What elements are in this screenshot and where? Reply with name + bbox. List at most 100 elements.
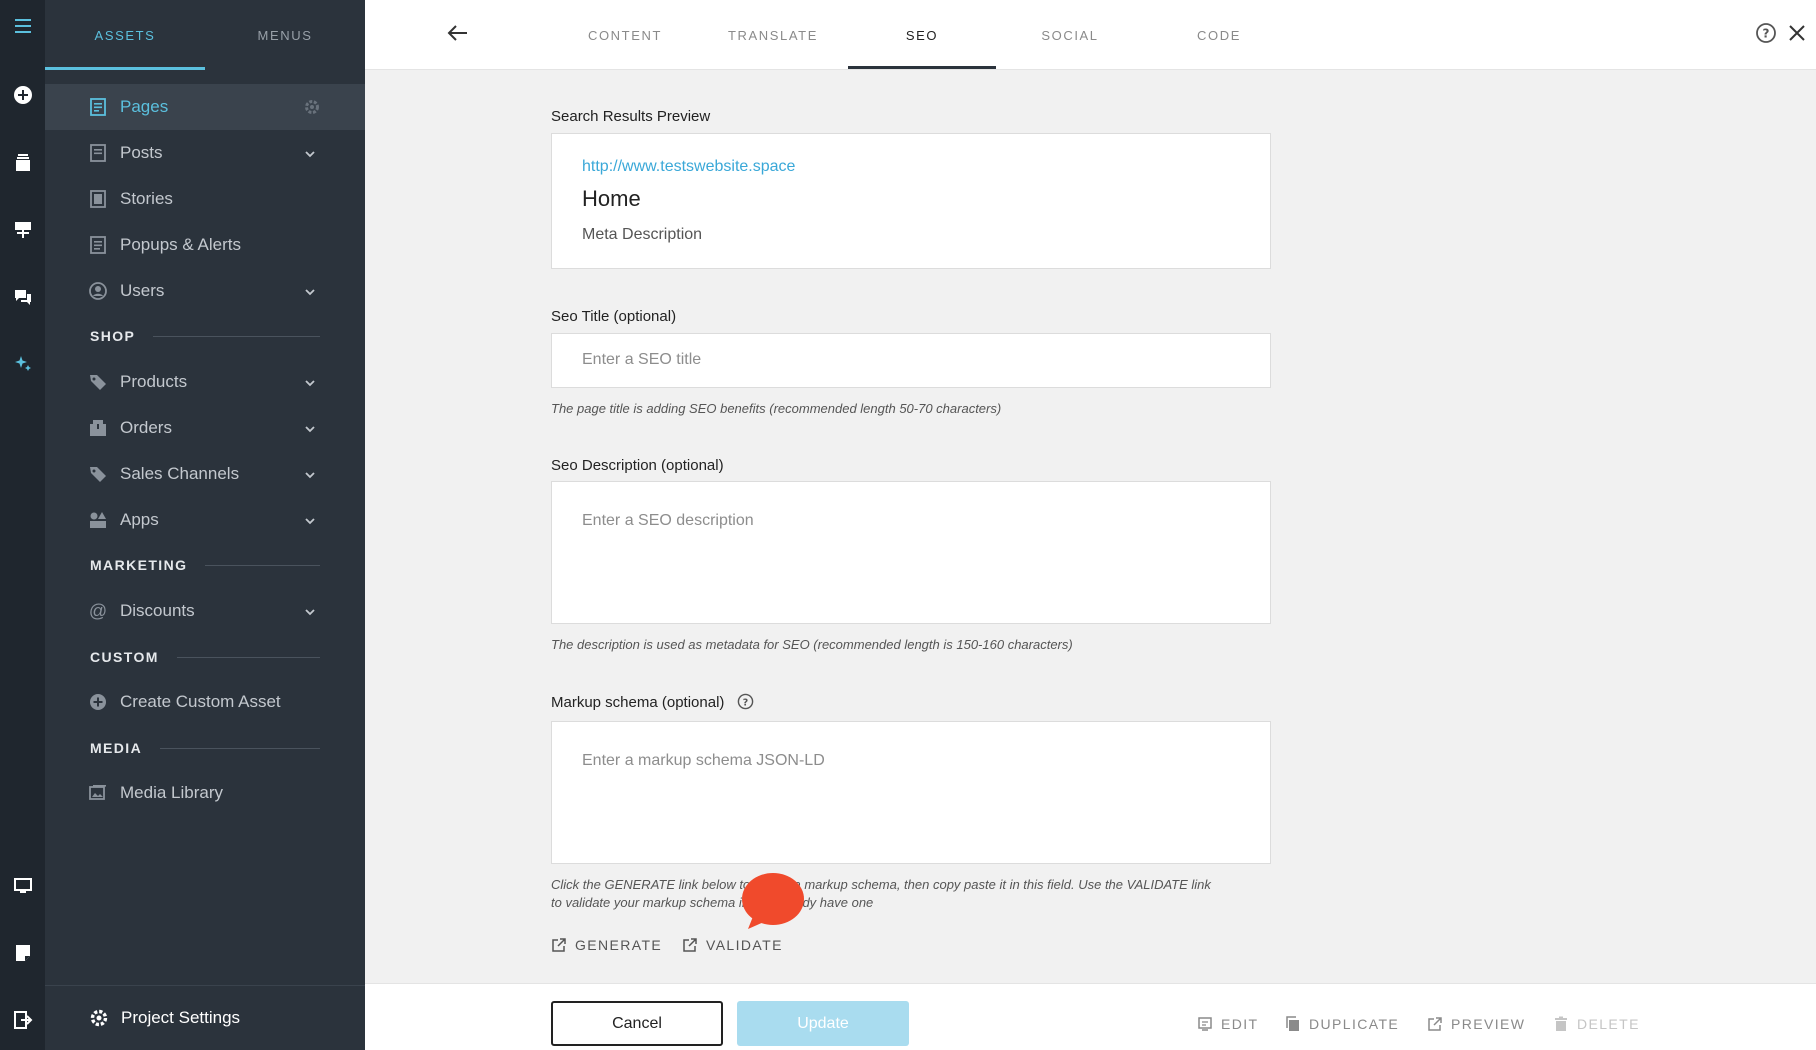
sidebar-item-products[interactable]: Products <box>45 359 365 405</box>
tag-icon <box>89 373 107 391</box>
tab-code[interactable]: CODE <box>1145 0 1293 70</box>
section-media: MEDIA <box>90 738 320 758</box>
sidebar-item-label: Discounts <box>120 601 195 620</box>
delete-action[interactable]: DELETE <box>1553 1014 1640 1034</box>
sidebar-item-apps[interactable]: Apps <box>45 497 365 543</box>
sidebar-item-label: Orders <box>120 418 172 437</box>
section-label: MARKETING <box>90 557 188 573</box>
tab-underline <box>848 66 996 69</box>
gear-icon <box>89 1008 109 1028</box>
section-label: MEDIA <box>90 740 143 756</box>
tab-underline <box>45 67 205 70</box>
preview-action[interactable]: PREVIEW <box>1427 1014 1525 1034</box>
post-document-icon <box>89 144 107 162</box>
search-results-preview: http://www.testswebsite.space Home Meta … <box>551 133 1271 269</box>
sidebar-item-label: Users <box>120 281 165 300</box>
sidebar-item-stories[interactable]: Stories <box>45 176 365 222</box>
tags-icon <box>89 465 107 483</box>
validate-label: VALIDATE <box>706 937 783 953</box>
chevron-down-icon[interactable] <box>303 146 317 160</box>
seo-title-label: Seo Title (optional) <box>551 308 677 325</box>
add-circle-icon <box>89 693 107 711</box>
arrow-left-icon[interactable] <box>445 20 471 46</box>
icon-rail <box>0 0 45 1050</box>
at-sign-icon: @ <box>88 600 108 621</box>
sidebar-item-media-library[interactable]: Media Library <box>45 770 365 816</box>
markup-schema-textarea[interactable]: Enter a markup schema JSON-LD <box>551 721 1271 864</box>
hamburger-menu-icon[interactable] <box>0 9 45 43</box>
chat-bubbles-icon[interactable] <box>0 280 45 314</box>
chevron-down-icon[interactable] <box>303 467 317 481</box>
tab-menus[interactable]: MENUS <box>205 0 365 70</box>
edit-action[interactable]: EDIT <box>1197 1014 1259 1034</box>
section-marketing: MARKETING <box>90 555 320 575</box>
preview-label: PREVIEW <box>1451 1016 1526 1032</box>
sidebar-item-label: Stories <box>120 189 173 208</box>
sparkles-icon[interactable] <box>0 347 45 381</box>
sidebar-item-label: Sales Channels <box>120 464 240 483</box>
sticky-note-icon[interactable] <box>0 936 45 970</box>
sidebar-item-create-custom-asset[interactable]: Create Custom Asset <box>45 679 365 725</box>
chevron-down-icon[interactable] <box>303 421 317 435</box>
sidebar-item-label: Popups & Alerts <box>120 235 241 254</box>
sidebar-item-posts[interactable]: Posts <box>45 130 365 176</box>
close-icon[interactable] <box>1785 21 1809 45</box>
generate-link[interactable]: GENERATE <box>551 935 662 955</box>
markup-hint-line: Click the GENERATE link below to create … <box>551 877 1211 892</box>
box-icon <box>89 419 107 437</box>
section-shop: SHOP <box>90 326 320 346</box>
sidebar-item-label: Apps <box>120 510 159 529</box>
preview-title: Home <box>582 186 641 211</box>
markup-schema-label: Markup schema (optional) ? <box>551 693 754 711</box>
chevron-down-icon[interactable] <box>303 375 317 389</box>
seo-description-textarea[interactable]: Enter a SEO description <box>551 481 1271 624</box>
sidebar-item-sales-channels[interactable]: Sales Channels <box>45 451 365 497</box>
easel-icon[interactable] <box>0 213 45 247</box>
project-settings[interactable]: Project Settings <box>45 985 365 1050</box>
desktop-monitor-icon[interactable] <box>0 869 45 903</box>
chat-bubble-icon[interactable] <box>740 872 804 930</box>
seo-title-input[interactable]: Enter a SEO title <box>551 333 1271 388</box>
update-button[interactable]: Update <box>737 1001 909 1046</box>
apps-shapes-icon <box>89 511 107 529</box>
sidebar-item-label: Pages <box>120 97 169 116</box>
sidebar-item-label: Products <box>120 372 188 391</box>
help-circle-icon[interactable]: ? <box>1755 22 1777 44</box>
tab-social[interactable]: SOCIAL <box>996 0 1144 70</box>
sidebar-item-label: Media Library <box>120 783 223 802</box>
validate-link[interactable]: VALIDATE <box>682 935 783 955</box>
markup-hint-line: to validate your markup schema if you al… <box>551 895 874 910</box>
chevron-down-icon[interactable] <box>303 604 317 618</box>
sidebar-item-popups[interactable]: Popups & Alerts <box>45 222 365 268</box>
tab-seo[interactable]: SEO <box>848 0 996 70</box>
seo-description-placeholder: Enter a SEO description <box>582 512 754 529</box>
section-custom: CUSTOM <box>90 647 320 667</box>
sidebar-item-orders[interactable]: Orders <box>45 405 365 451</box>
tab-assets[interactable]: ASSETS <box>45 0 205 70</box>
gear-icon[interactable] <box>303 98 321 116</box>
seo-title-hint: The page title is adding SEO benefits (r… <box>551 401 1002 416</box>
chevron-down-icon[interactable] <box>303 513 317 527</box>
sidebar-item-label: Create Custom Asset <box>120 692 281 711</box>
chevron-down-icon[interactable] <box>303 284 317 298</box>
logout-icon[interactable] <box>0 1003 45 1037</box>
external-link-icon <box>683 938 697 952</box>
cancel-button[interactable]: Cancel <box>551 1001 723 1046</box>
add-circle-icon[interactable] <box>0 78 45 112</box>
layers-icon[interactable] <box>0 146 45 180</box>
tab-content[interactable]: CONTENT <box>551 0 699 70</box>
tab-translate[interactable]: TRANSLATE <box>699 0 847 70</box>
help-circle-icon[interactable]: ? <box>737 693 754 710</box>
sidebar-item-users[interactable]: Users <box>45 268 365 314</box>
seo-title-placeholder: Enter a SEO title <box>582 351 702 368</box>
editor-topbar: CONTENT TRANSLATE SEO SOCIAL CODE ? <box>365 0 1816 70</box>
assets-panel: ASSETS MENUS Pages Posts Stories Popups … <box>45 0 365 1050</box>
sidebar-item-pages[interactable]: Pages <box>45 84 365 130</box>
duplicate-action[interactable]: DUPLICATE <box>1285 1014 1399 1034</box>
section-divider <box>176 656 320 658</box>
sidebar-item-discounts[interactable]: @ Discounts <box>45 588 365 634</box>
trash-icon <box>1555 1016 1567 1031</box>
panel-tabs: ASSETS MENUS <box>45 0 365 70</box>
section-label: CUSTOM <box>90 649 159 665</box>
editor-bottombar: Cancel Update EDIT DUPLICATE PREVIEW DEL… <box>365 983 1816 1050</box>
